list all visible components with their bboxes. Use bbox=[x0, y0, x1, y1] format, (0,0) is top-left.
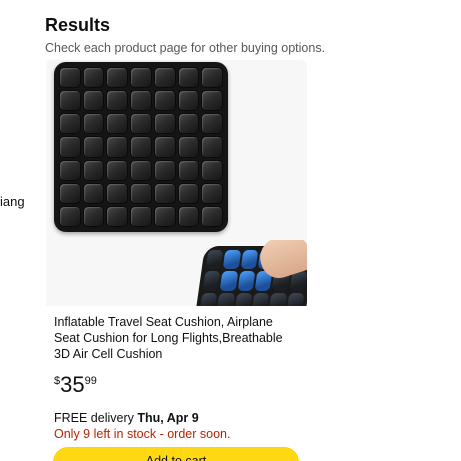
air-cell bbox=[106, 182, 129, 204]
air-cell bbox=[106, 67, 129, 89]
detail-air-cell bbox=[199, 292, 218, 306]
stock-warning: Only 9 left in stock - order soon. bbox=[54, 427, 231, 441]
air-cell bbox=[177, 67, 200, 89]
air-cell bbox=[201, 205, 223, 227]
air-cell bbox=[82, 136, 105, 158]
detail-air-cell bbox=[234, 292, 253, 306]
air-cell bbox=[82, 182, 105, 204]
air-cell bbox=[177, 159, 200, 181]
air-cell bbox=[59, 90, 81, 112]
air-cell bbox=[201, 113, 223, 135]
air-cell bbox=[201, 159, 223, 181]
air-cell bbox=[106, 90, 129, 112]
price-whole: 35 bbox=[60, 372, 85, 397]
air-cell bbox=[130, 182, 152, 204]
price-fraction: 99 bbox=[84, 375, 97, 387]
detail-air-cell bbox=[216, 292, 236, 306]
detail-air-cell bbox=[237, 271, 256, 291]
air-cell bbox=[59, 113, 81, 135]
air-cell bbox=[177, 205, 200, 227]
air-cell bbox=[130, 136, 152, 158]
air-cell bbox=[201, 90, 223, 112]
results-subtitle: Check each product page for other buying… bbox=[45, 41, 326, 55]
cushion-image bbox=[54, 62, 228, 232]
air-cell bbox=[153, 182, 176, 204]
air-cell bbox=[153, 136, 176, 158]
air-cell bbox=[201, 136, 223, 158]
air-cell bbox=[59, 182, 81, 204]
delivery-info: FREE delivery Thu, Apr 9 bbox=[54, 410, 302, 426]
product-info: Inflatable Travel Seat Cushion, Airplane… bbox=[54, 314, 302, 442]
results-title: Results bbox=[45, 15, 111, 35]
air-cell bbox=[153, 205, 176, 227]
detail-air-cell bbox=[202, 271, 221, 291]
sidebar-text-fragment: iang bbox=[0, 194, 25, 209]
air-cell bbox=[106, 159, 129, 181]
air-cell bbox=[130, 113, 152, 135]
detail-air-cell bbox=[268, 292, 288, 306]
air-cell bbox=[153, 159, 176, 181]
results-header: Results Check each product page for othe… bbox=[45, 14, 325, 56]
air-cell bbox=[59, 159, 81, 181]
cushion-detail-image bbox=[194, 240, 307, 306]
air-cell bbox=[201, 67, 223, 89]
add-to-cart-button[interactable]: Add to cart bbox=[53, 447, 299, 461]
air-cell bbox=[82, 90, 105, 112]
delivery-date: Thu, Apr 9 bbox=[137, 411, 199, 425]
product-card: Inflatable Travel Seat Cushion, Airplane… bbox=[46, 60, 307, 461]
air-cell bbox=[201, 182, 223, 204]
product-image[interactable] bbox=[46, 60, 307, 306]
detail-air-cell bbox=[251, 292, 270, 306]
air-cell bbox=[82, 67, 105, 89]
product-price: $ 35 99 bbox=[54, 372, 302, 398]
air-cell bbox=[82, 159, 105, 181]
air-cell bbox=[153, 113, 176, 135]
air-cell bbox=[177, 136, 200, 158]
air-cell bbox=[130, 205, 152, 227]
air-cell bbox=[130, 159, 152, 181]
air-cell bbox=[153, 90, 176, 112]
air-cell bbox=[130, 67, 152, 89]
product-title-link[interactable]: Inflatable Travel Seat Cushion, Airplane… bbox=[54, 314, 302, 362]
air-cell bbox=[59, 67, 81, 89]
air-cell bbox=[177, 113, 200, 135]
air-cell bbox=[82, 113, 105, 135]
delivery-prefix: FREE delivery bbox=[54, 411, 138, 425]
air-cell bbox=[82, 205, 105, 227]
detail-air-cell bbox=[222, 250, 242, 270]
air-cell bbox=[153, 67, 176, 89]
air-cell bbox=[177, 182, 200, 204]
detail-air-cell bbox=[240, 250, 259, 270]
air-cell bbox=[130, 90, 152, 112]
air-cell bbox=[59, 136, 81, 158]
detail-air-cell bbox=[219, 271, 239, 291]
air-cell bbox=[106, 136, 129, 158]
detail-air-cell bbox=[205, 250, 224, 270]
air-cell bbox=[106, 205, 129, 227]
air-cell bbox=[106, 113, 129, 135]
air-cell bbox=[177, 90, 200, 112]
detail-air-cell bbox=[286, 292, 305, 306]
air-cell bbox=[59, 205, 81, 227]
